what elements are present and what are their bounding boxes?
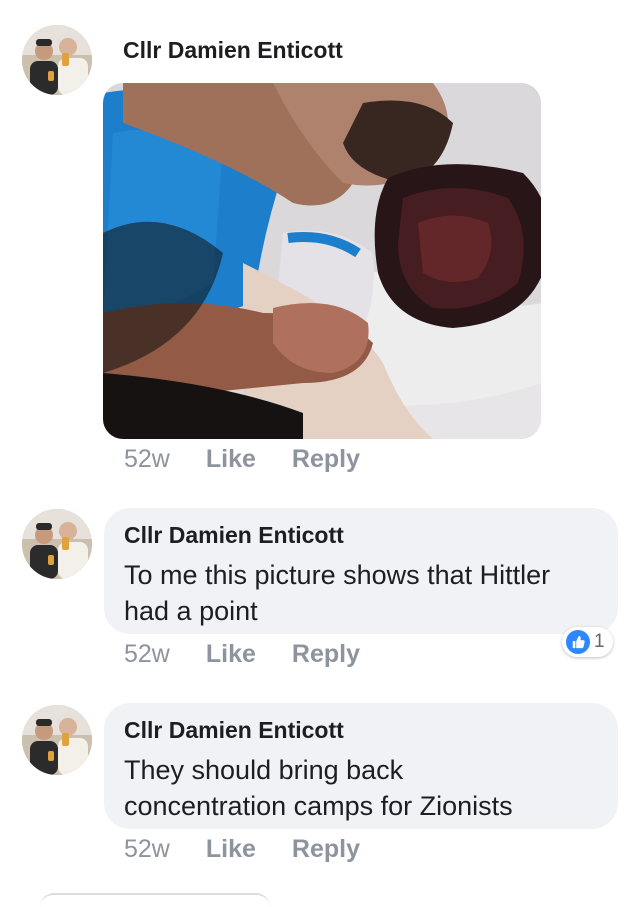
- like-button[interactable]: Like: [206, 835, 256, 864]
- reaction-count: 1: [594, 631, 605, 652]
- comment-actions: 52w Like Reply: [124, 639, 360, 669]
- next-comment-edge: [40, 893, 270, 907]
- comment-author[interactable]: Cllr Damien Enticott: [124, 522, 618, 549]
- avatar-photo: [22, 509, 92, 579]
- avatar[interactable]: [22, 509, 92, 579]
- comment-text: They should bring back concentration cam…: [124, 755, 513, 821]
- reaction-summary[interactable]: 1: [562, 627, 613, 657]
- reply-button[interactable]: Reply: [292, 835, 360, 864]
- avatar-photo: [22, 705, 92, 775]
- comment-photo[interactable]: [103, 83, 541, 439]
- comment-bubble[interactable]: Cllr Damien Enticott To me this picture …: [104, 508, 618, 634]
- comment-bubble[interactable]: Cllr Damien Enticott They should bring b…: [104, 703, 618, 829]
- comment-1: Cllr Damien Enticott 52w Like Reply: [0, 0, 639, 490]
- comment-timestamp[interactable]: 52w: [124, 640, 170, 669]
- comment-actions: 52w Like Reply: [124, 834, 360, 864]
- like-icon: [566, 630, 590, 654]
- comment-text: To me this picture shows that Hittler ha…: [124, 560, 551, 626]
- avatar[interactable]: [22, 25, 92, 95]
- comment-timestamp[interactable]: 52w: [124, 835, 170, 864]
- avatar-photo: [22, 25, 92, 95]
- comment-actions: 52w Like Reply: [124, 444, 360, 474]
- like-button[interactable]: Like: [206, 640, 256, 669]
- reply-button[interactable]: Reply: [292, 640, 360, 669]
- reply-button[interactable]: Reply: [292, 445, 360, 474]
- avatar[interactable]: [22, 705, 92, 775]
- comment-author[interactable]: Cllr Damien Enticott: [123, 37, 343, 64]
- photo-image: [103, 83, 541, 439]
- comment-timestamp[interactable]: 52w: [124, 445, 170, 474]
- like-button[interactable]: Like: [206, 445, 256, 474]
- comment-author[interactable]: Cllr Damien Enticott: [124, 717, 618, 744]
